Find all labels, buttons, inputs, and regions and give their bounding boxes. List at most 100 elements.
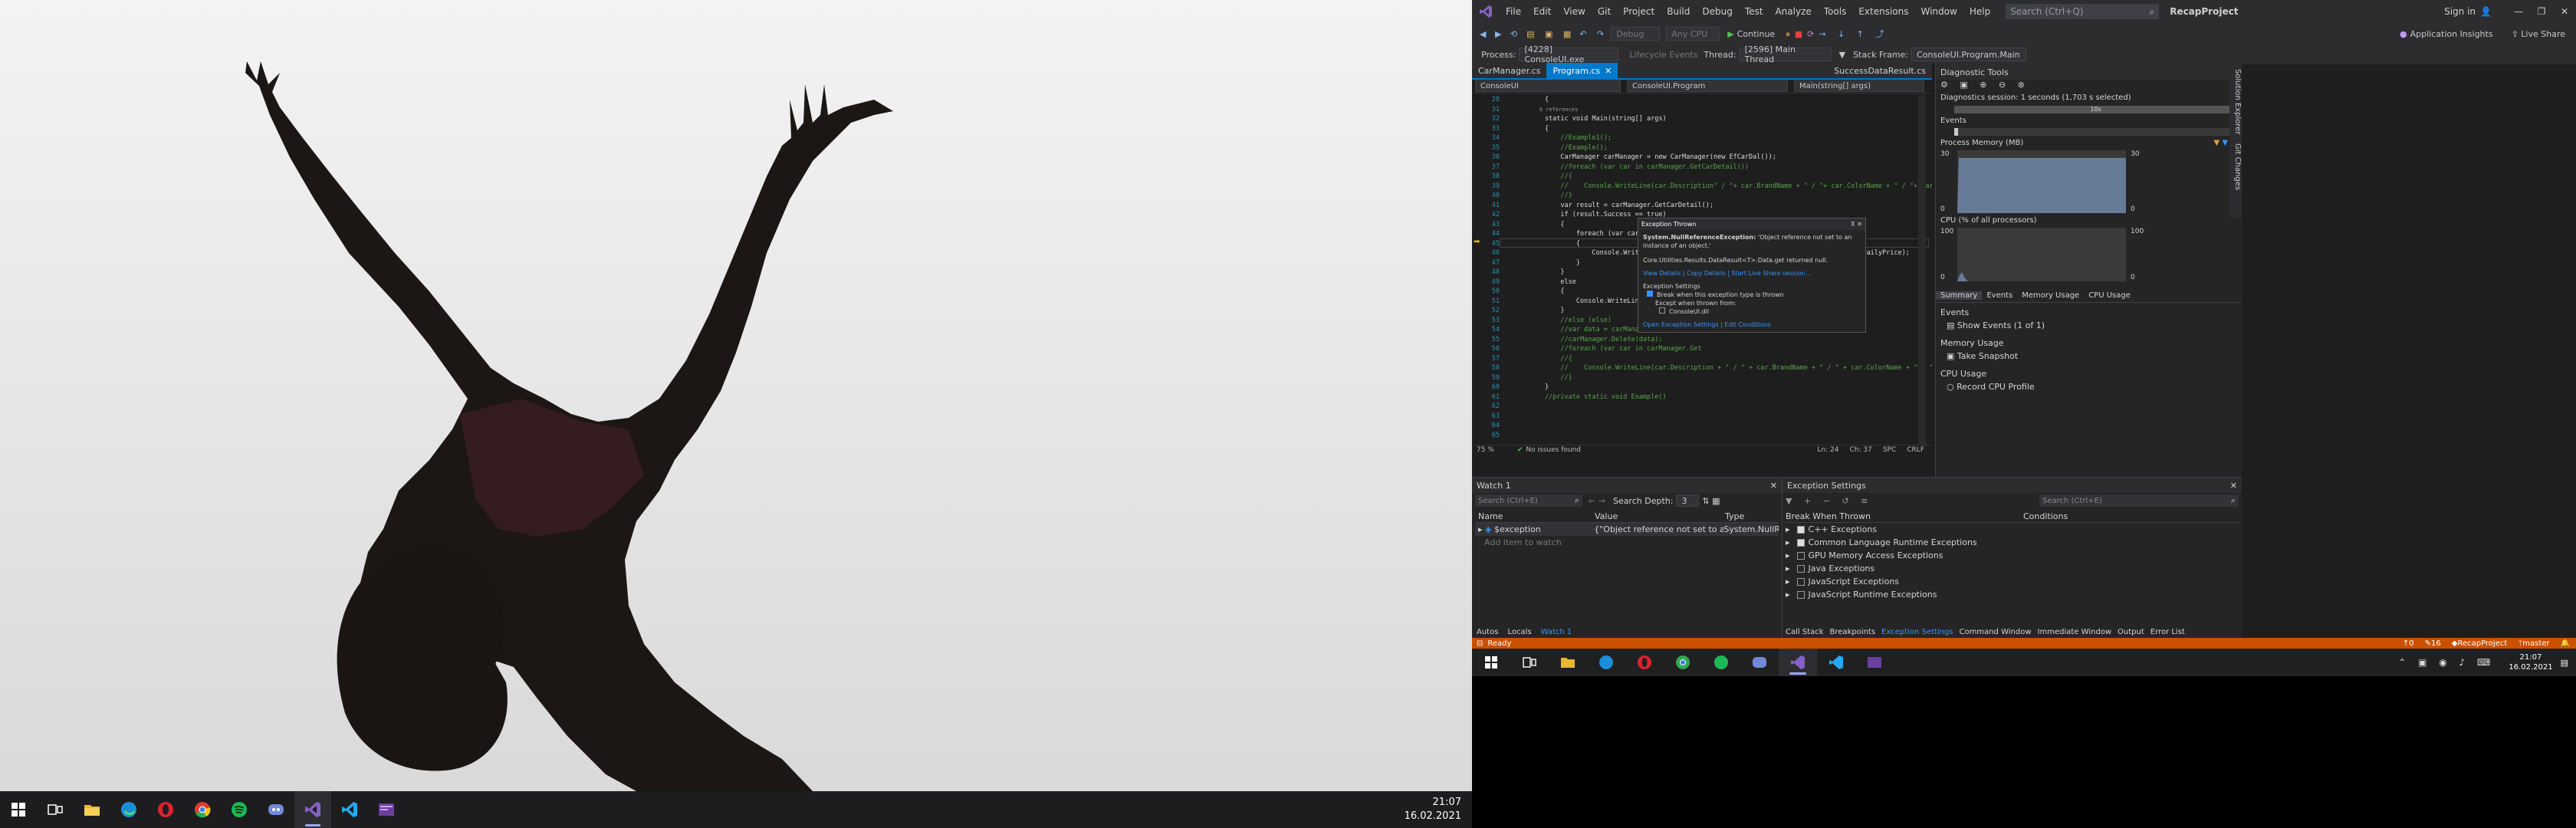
cpu-section[interactable]: CPU (% of all processors) bbox=[1940, 216, 2037, 225]
exc-search-input[interactable]: Search (Ctrl+E) ⌕ bbox=[2039, 495, 2239, 507]
add-watch-row[interactable]: Add item to watch bbox=[1475, 536, 1779, 549]
expand-icon[interactable]: ▸ bbox=[1786, 550, 1790, 560]
zoom-level[interactable]: 75 % bbox=[1477, 446, 1494, 454]
project-name[interactable]: RecapProject bbox=[2457, 639, 2507, 648]
app-insights-button[interactable]: ● Application Insights bbox=[2400, 29, 2493, 39]
category-checkbox[interactable] bbox=[1796, 538, 1805, 547]
category-checkbox[interactable] bbox=[1796, 590, 1805, 599]
menu-file[interactable]: File bbox=[1500, 6, 1527, 17]
menu-help[interactable]: Help bbox=[1963, 6, 1996, 17]
filter-icon[interactable]: ▼ bbox=[1839, 50, 1845, 60]
tab-close-icon[interactable]: ✕ bbox=[1605, 66, 1612, 76]
opera-icon[interactable] bbox=[147, 791, 184, 828]
edge-icon[interactable] bbox=[110, 791, 147, 828]
view-details-link[interactable]: View Details bbox=[1643, 270, 1681, 277]
vscode-icon-2[interactable] bbox=[1817, 649, 1855, 676]
visual-studio-icon-2[interactable] bbox=[1779, 649, 1817, 676]
process-dropdown[interactable]: [4228] ConsoleUI.exe bbox=[1519, 44, 1619, 64]
start-button[interactable] bbox=[0, 791, 37, 828]
notification-center-icon[interactable]: ▤ bbox=[2561, 658, 2568, 668]
file-explorer-icon-2[interactable] bbox=[1549, 649, 1587, 676]
notification-bell-icon[interactable]: 🔔 bbox=[2561, 639, 2570, 648]
start-button-2[interactable] bbox=[1472, 649, 1510, 676]
tab-carmanager[interactable]: CarManager.cs bbox=[1472, 63, 1546, 78]
solution-explorer-tab[interactable]: Solution Explorer bbox=[2233, 69, 2242, 135]
tab-locals[interactable]: Locals bbox=[1503, 628, 1536, 636]
close-icon[interactable]: ✕ bbox=[2553, 6, 2576, 17]
expand-icon[interactable]: ▸ bbox=[1478, 524, 1485, 534]
edge-icon-2[interactable] bbox=[1587, 649, 1625, 676]
tab-cpu-usage[interactable]: CPU Usage bbox=[2084, 291, 2135, 300]
spotify-icon-2[interactable] bbox=[1702, 649, 1740, 676]
task-view-icon[interactable] bbox=[37, 791, 74, 828]
account-icon[interactable]: 👤 bbox=[2480, 6, 2492, 17]
sign-in-link[interactable]: Sign in bbox=[2444, 6, 2476, 17]
push-arrow-icon[interactable]: ↑ bbox=[2403, 639, 2409, 648]
member-nav-dropdown[interactable]: Main(string[] args) bbox=[1794, 80, 1924, 92]
lifecycle-events-button[interactable]: Lifecycle Events bbox=[1629, 50, 1697, 60]
menu-build[interactable]: Build bbox=[1661, 6, 1696, 17]
exception-category-row[interactable]: ▸ GPU Memory Access Exceptions bbox=[1786, 549, 2239, 562]
edit-conditions-link[interactable]: Edit Conditions bbox=[1724, 321, 1770, 328]
vscode-icon[interactable] bbox=[331, 791, 368, 828]
tab-output[interactable]: Output bbox=[2114, 628, 2147, 636]
project-nav-dropdown[interactable]: ConsoleUI bbox=[1475, 80, 1621, 92]
expand-icon[interactable]: ▸ bbox=[1786, 524, 1790, 534]
editor-scrollbar[interactable] bbox=[1918, 95, 1926, 445]
expand-icon[interactable]: ▸ bbox=[1786, 537, 1790, 547]
git-changes-tab[interactable]: Git Changes bbox=[2233, 143, 2242, 190]
repo-icon[interactable]: ◆ bbox=[2452, 639, 2458, 648]
tab-immediate-window[interactable]: Immediate Window bbox=[2035, 628, 2115, 636]
search-nav-arrows[interactable]: ← → bbox=[1589, 496, 1605, 506]
thread-dropdown[interactable]: [2596] Main Thread bbox=[1739, 44, 1832, 64]
exception-category-row[interactable]: ▸ Java Exceptions bbox=[1786, 562, 2239, 575]
edit-icon[interactable]: ✎ bbox=[2425, 639, 2431, 648]
stack-frame-dropdown[interactable]: ConsoleUI.Program.Main bbox=[1911, 48, 2027, 61]
watch-row[interactable]: ▸ ◈ $exception {"Object reference not set… bbox=[1475, 523, 1779, 536]
exc-toolbar-icons[interactable]: ▼ + − ↺ ≡ bbox=[1786, 496, 1872, 506]
platform-dropdown[interactable]: Any CPU bbox=[1666, 27, 1720, 41]
consoleui-checkbox[interactable] bbox=[1659, 307, 1665, 314]
toolbar-back-forward-icons[interactable]: ◀ ▶ ⟲ bbox=[1480, 29, 1520, 39]
discord-icon-2[interactable] bbox=[1740, 649, 1779, 676]
spotify-icon[interactable] bbox=[221, 791, 258, 828]
terminal-app-icon[interactable] bbox=[368, 791, 405, 828]
tab-successdataresult[interactable]: SuccessDataResult.cs bbox=[1828, 63, 1932, 78]
tab-error-list[interactable]: Error List bbox=[2147, 628, 2188, 636]
record-cpu-link[interactable]: Record CPU Profile bbox=[1957, 382, 2035, 392]
take-snapshot-link[interactable]: Take Snapshot bbox=[1957, 351, 2018, 361]
tab-call-stack[interactable]: Call Stack bbox=[1783, 628, 1827, 636]
exception-close-icon[interactable]: ✕ bbox=[1857, 221, 1862, 228]
events-section[interactable]: Events bbox=[1940, 117, 1967, 125]
exception-category-row[interactable]: ▸ Common Language Runtime Exceptions bbox=[1786, 536, 2239, 549]
branch-name[interactable]: master bbox=[2522, 639, 2549, 648]
menu-window[interactable]: Window bbox=[1915, 6, 1963, 17]
continue-button[interactable]: ▶ Continue bbox=[1727, 29, 1775, 39]
clock[interactable]: 21:07 16.02.2021 bbox=[1405, 796, 1461, 823]
menu-edit[interactable]: Edit bbox=[1527, 6, 1557, 17]
watch-close-icon[interactable]: ✕ bbox=[1770, 481, 1777, 491]
menu-analyze[interactable]: Analyze bbox=[1769, 6, 1817, 17]
toolbar-undo-redo-icons[interactable]: ↶ ↷ bbox=[1579, 29, 1608, 39]
open-exception-settings-link[interactable]: Open Exception Settings bbox=[1643, 321, 1719, 328]
copy-details-link[interactable]: Copy Details bbox=[1687, 270, 1726, 277]
live-share-link[interactable]: Start Live Share session... bbox=[1731, 270, 1811, 277]
category-checkbox[interactable] bbox=[1796, 564, 1805, 573]
category-checkbox[interactable] bbox=[1796, 551, 1805, 560]
exc-panel-close-icon[interactable]: ✕ bbox=[2230, 481, 2237, 491]
chrome-icon-2[interactable] bbox=[1664, 649, 1702, 676]
menu-project[interactable]: Project bbox=[1617, 6, 1661, 17]
task-view-icon-2[interactable] bbox=[1510, 649, 1549, 676]
category-checkbox[interactable] bbox=[1796, 577, 1805, 586]
clock-2[interactable]: 21:07 16.02.2021 bbox=[2509, 652, 2552, 672]
tab-command-window[interactable]: Command Window bbox=[1957, 628, 2035, 636]
minimize-icon[interactable]: — bbox=[2507, 6, 2530, 17]
terminal-app-icon-2[interactable] bbox=[1855, 649, 1894, 676]
menu-extensions[interactable]: Extensions bbox=[1852, 6, 1914, 17]
tab-watch1[interactable]: Watch 1 bbox=[1536, 628, 1577, 636]
tray-icons[interactable]: ⌃ ▣ ◉ ♪ ⌨ bbox=[2398, 657, 2495, 668]
opera-icon-2[interactable] bbox=[1625, 649, 1664, 676]
menu-git[interactable]: Git bbox=[1592, 6, 1617, 17]
watch-toolbar-icons[interactable]: ⇅ ▦ bbox=[1702, 496, 1720, 506]
menu-tools[interactable]: Tools bbox=[1818, 6, 1853, 17]
